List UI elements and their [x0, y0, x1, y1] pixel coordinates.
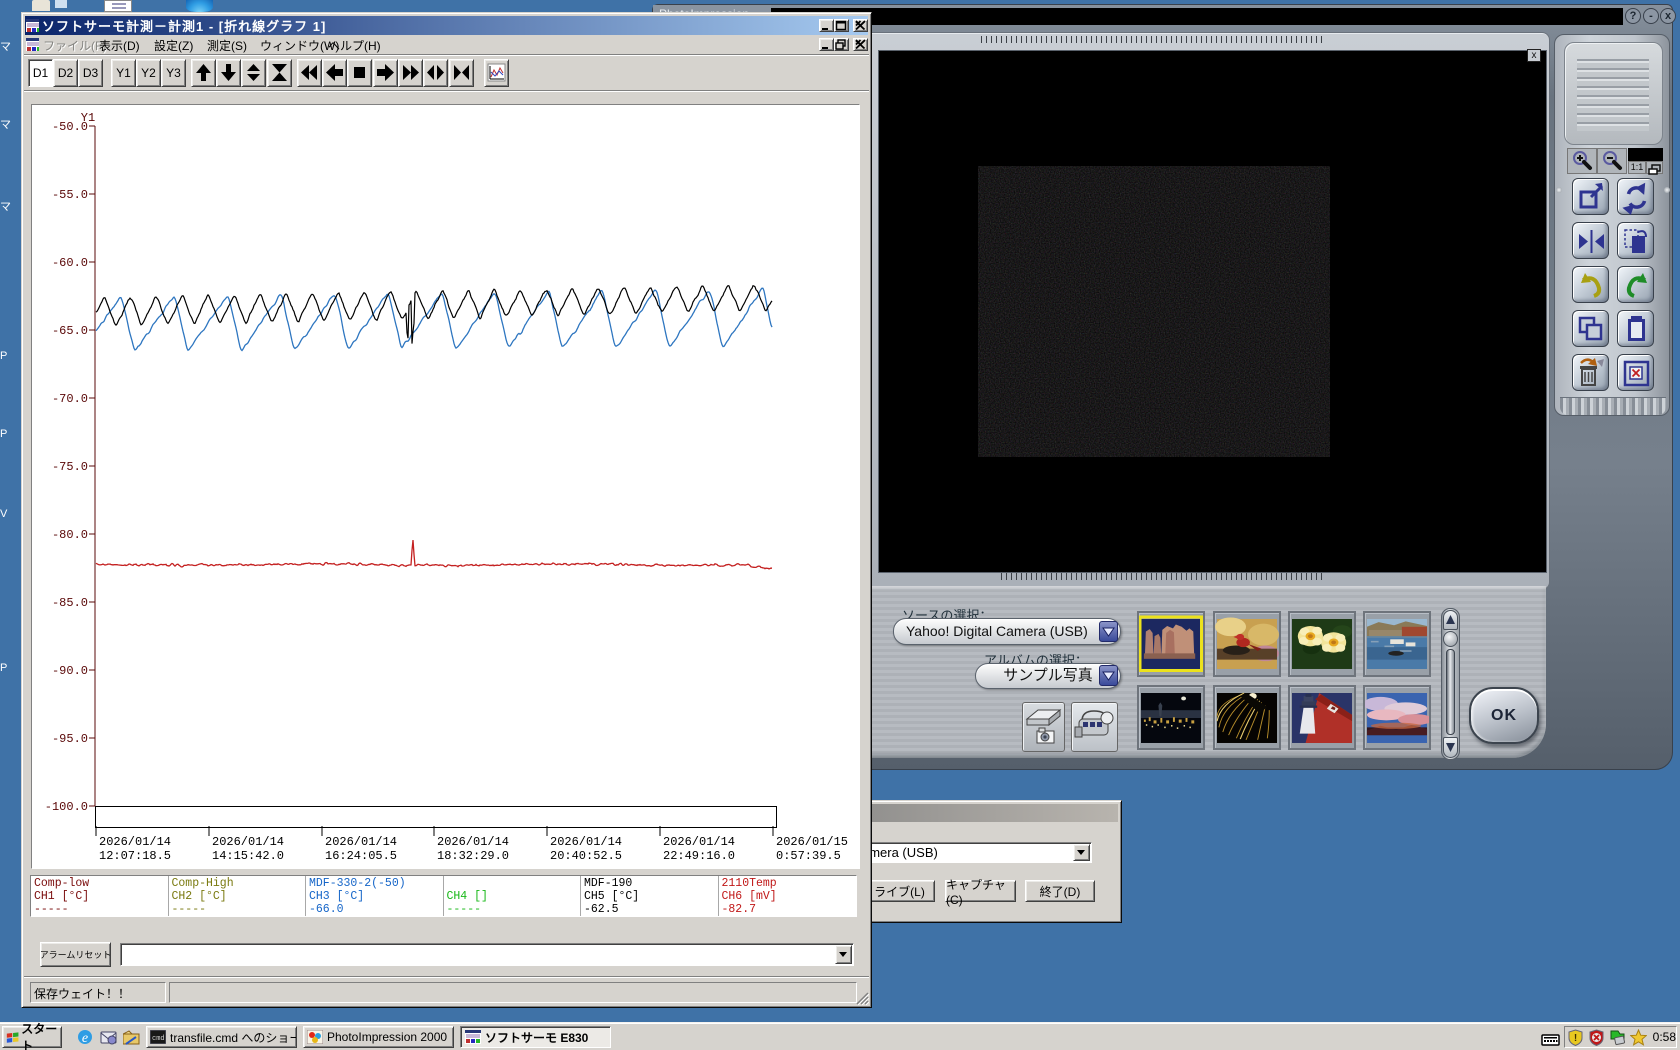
svg-text:!: ! [1574, 1033, 1577, 1044]
svg-text:2026/01/15: 2026/01/15 [776, 835, 848, 849]
svg-text:-70.0: -70.0 [52, 392, 88, 406]
svg-text:2026/01/14: 2026/01/14 [437, 835, 509, 849]
svg-text:12:07:18.5: 12:07:18.5 [99, 849, 171, 863]
svg-text:-100.0: -100.0 [45, 800, 88, 814]
svg-text:2026/01/14: 2026/01/14 [212, 835, 284, 849]
svg-text:-65.0: -65.0 [52, 324, 88, 338]
svg-text:-55.0: -55.0 [52, 188, 88, 202]
svg-text:22:49:16.0: 22:49:16.0 [663, 849, 735, 863]
svg-text:-90.0: -90.0 [52, 664, 88, 678]
svg-text:20:40:52.5: 20:40:52.5 [550, 849, 622, 863]
svg-text:-75.0: -75.0 [52, 460, 88, 474]
svg-text:14:15:42.0: 14:15:42.0 [212, 849, 284, 863]
svg-text:16:24:05.5: 16:24:05.5 [325, 849, 397, 863]
svg-text:18:32:29.0: 18:32:29.0 [437, 849, 509, 863]
svg-text:cmd: cmd [152, 1035, 165, 1043]
svg-text:-80.0: -80.0 [52, 528, 88, 542]
svg-text:-95.0: -95.0 [52, 732, 88, 746]
svg-text:-60.0: -60.0 [52, 256, 88, 270]
svg-text:2026/01/14: 2026/01/14 [99, 835, 171, 849]
svg-text:0:57:39.5: 0:57:39.5 [776, 849, 841, 863]
svg-text:-50.0: -50.0 [52, 120, 88, 134]
svg-text:2026/01/14: 2026/01/14 [550, 835, 622, 849]
svg-text:-85.0: -85.0 [52, 596, 88, 610]
svg-text:e: e [82, 1031, 88, 1046]
svg-text:2026/01/14: 2026/01/14 [325, 835, 397, 849]
svg-text:2026/01/14: 2026/01/14 [663, 835, 735, 849]
